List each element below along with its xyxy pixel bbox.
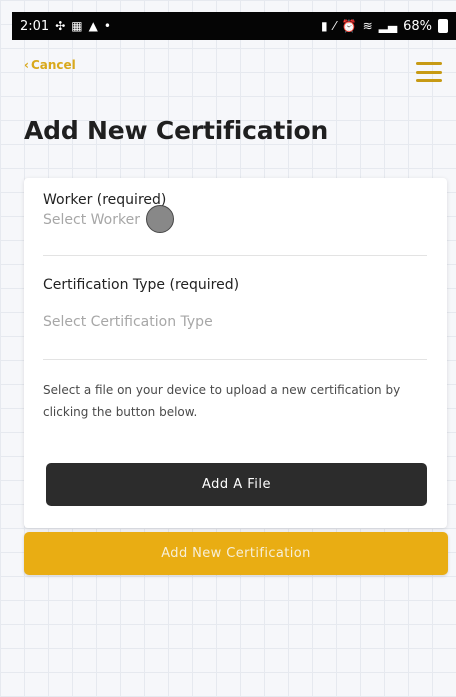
sim-icon: ▮ [320, 19, 328, 33]
dot-icon: • [103, 19, 111, 33]
app-icon: ▦ [71, 19, 83, 33]
certification-type-field[interactable]: Certification Type (required) Select Cer… [43, 277, 427, 330]
page-title: Add New Certification [24, 116, 329, 145]
divider [43, 359, 427, 360]
status-bar: 2:01 ✣ ▦ ▲ • ▮ ⁄ ⏰ ≋ ▂▄ 68% [12, 12, 456, 40]
cancel-link[interactable]: ‹ Cancel [24, 58, 76, 72]
certification-type-select[interactable]: Select Certification Type [43, 314, 427, 330]
signal-icon: ▂▄ [378, 19, 398, 33]
add-new-certification-button[interactable]: Add New Certification [24, 532, 448, 575]
mute-icon: ⁄ [333, 19, 336, 33]
upload-help-text: Select a file on your device to upload a… [43, 383, 401, 419]
worker-select[interactable]: Select Worker [43, 212, 427, 228]
network-icon: ✣ [55, 19, 66, 33]
menu-button[interactable] [416, 62, 442, 82]
worker-label: Worker (required) [43, 192, 167, 208]
divider [43, 255, 427, 256]
hamburger-line [416, 62, 442, 65]
touch-indicator [146, 205, 174, 233]
notification-icon: ▲ [88, 19, 98, 33]
certification-type-label: Certification Type (required) [43, 277, 240, 293]
status-right: ▮ ⁄ ⏰ ≋ ▂▄ 68% [321, 19, 448, 34]
status-left: 2:01 ✣ ▦ ▲ • [20, 19, 111, 34]
add-file-button[interactable]: Add A File [46, 463, 427, 506]
chevron-left-icon: ‹ [24, 58, 29, 72]
hamburger-line [416, 70, 442, 74]
alarm-icon: ⏰ [341, 19, 357, 33]
worker-field[interactable]: Worker (required) Select Worker [43, 192, 427, 228]
wifi-icon: ≋ [362, 19, 373, 33]
status-time: 2:01 [20, 18, 50, 34]
battery-icon [438, 19, 448, 33]
battery-percent: 68% [403, 18, 432, 34]
cancel-label: Cancel [30, 58, 76, 72]
certification-form-card: Worker (required) Select Worker Certific… [24, 178, 447, 528]
hamburger-line [416, 79, 442, 82]
screen: 2:01 ✣ ▦ ▲ • ▮ ⁄ ⏰ ≋ ▂▄ 68% ‹ Cancel Add… [0, 0, 456, 697]
